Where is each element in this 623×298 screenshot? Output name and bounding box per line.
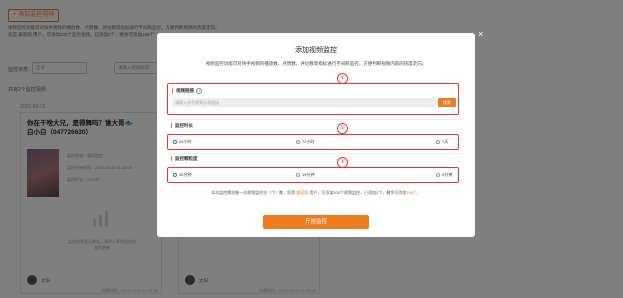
dialog-title: 添加视频监控: [295, 47, 337, 54]
granularity-option-30m[interactable]: 30分钟: [173, 172, 191, 178]
option-label: 5分钟: [442, 172, 453, 177]
duration-label: 监控时长: [171, 123, 193, 128]
option-label: 30分钟: [179, 172, 192, 177]
annotation-mark-2: ②: [337, 123, 348, 134]
option-label: 24小时: [179, 139, 192, 144]
search-button[interactable]: 搜索: [438, 98, 456, 107]
duration-option-7d[interactable]: 7天: [436, 139, 448, 145]
option-label: 7天: [442, 139, 449, 144]
add-monitor-dialog: 添加视频监控 视频监控功能可对快手视频的播放数、点赞数、评论数等指标进行不间断监…: [157, 33, 475, 237]
radio-icon: [436, 172, 440, 177]
video-link-input[interactable]: 请输入快手视频分享链接: [172, 98, 436, 107]
duration-option-24h[interactable]: 24小时: [173, 139, 191, 145]
duration-options: 24小时 72小时 7天: [167, 134, 459, 150]
video-link-section: 视频链接? 请输入快手视频分享链接 搜索: [167, 83, 459, 115]
quota-note: 本次监控需消耗一次视频监控次（个）数，您是 兼容版 用户，可添加200个视频监控…: [157, 190, 475, 196]
divider: [167, 119, 465, 120]
radio-icon: [296, 139, 300, 144]
video-link-label-text: 视频链接: [176, 88, 194, 93]
start-monitor-button[interactable]: 开始监控: [263, 215, 369, 229]
member-level[interactable]: 兼容版: [296, 190, 308, 195]
radio-selected-icon: [173, 172, 177, 177]
granularity-options: 30分钟 15分钟 5分钟: [167, 167, 459, 183]
video-link-label: 视频链接?: [172, 88, 202, 94]
granularity-option-15m[interactable]: 15分钟: [296, 172, 314, 178]
remaining-count: 198个: [406, 190, 417, 195]
option-label: 15分钟: [302, 172, 315, 177]
note-text: 。: [416, 190, 421, 195]
option-label: 72小时: [302, 139, 315, 144]
granularity-option-5m[interactable]: 5分钟: [436, 172, 452, 178]
dialog-description: 视频监控功能可对快手视频的播放数、点赞数、评论数等指标进行不间断监控，方便判断视…: [205, 61, 427, 66]
radio-selected-icon: [173, 139, 177, 144]
help-icon[interactable]: ?: [196, 88, 202, 94]
radio-icon: [296, 172, 300, 177]
divider: [167, 153, 465, 154]
note-text: 本次监控需消耗一次视频监控次（个）数，您是: [211, 190, 297, 195]
note-text: 用户，可添加200个视频监控，已添加2个，剩余可添加: [308, 190, 407, 195]
granularity-label: 监控颗粒度: [171, 156, 198, 161]
duration-option-72h[interactable]: 72小时: [296, 139, 314, 145]
radio-icon: [436, 139, 440, 144]
close-icon[interactable]: ×: [478, 30, 483, 39]
